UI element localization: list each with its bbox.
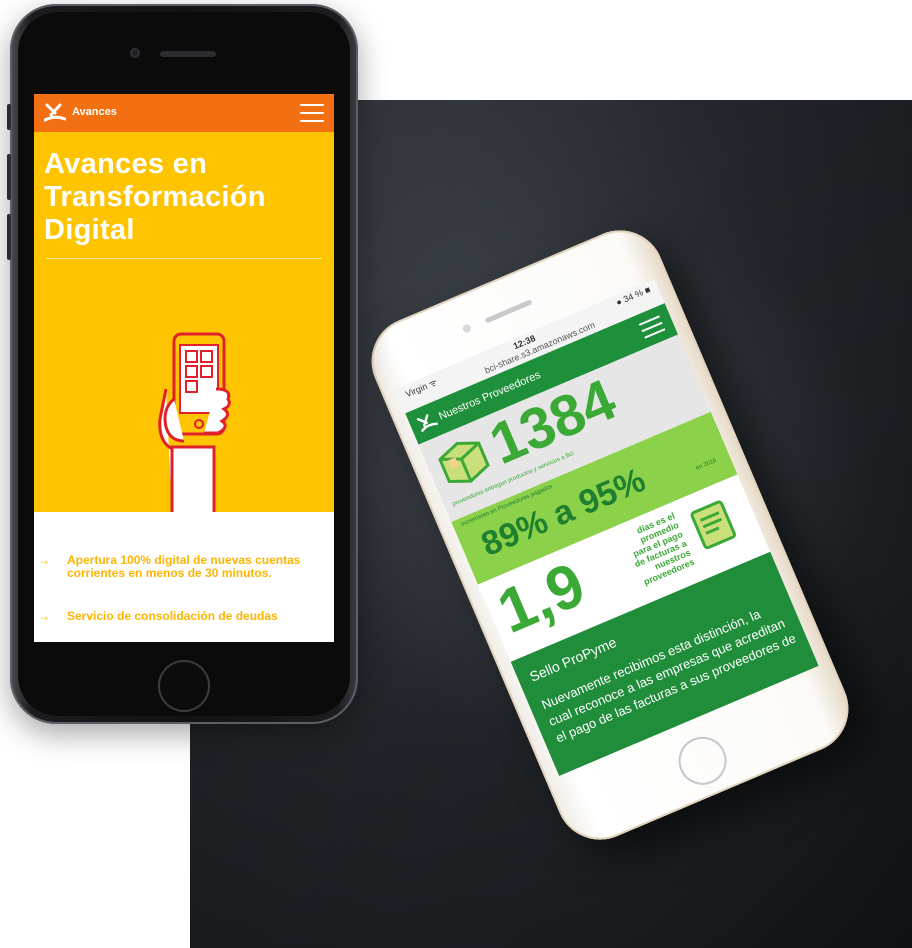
battery-indicator: ● 34 % ■ [614,284,652,308]
document-icon [690,500,736,550]
black-phone-screen: Avances Avances en Transformación Digita… [34,94,334,642]
percentage-year: en 2016 [695,457,718,472]
home-button[interactable] [158,660,210,712]
list-item-text: Servicio de consolidación de deudas [67,609,278,623]
carrier-label: Virgin ᯤ [403,376,439,400]
white-phone-screen: Virgin ᯤ 12:38 ● 34 % ■ bci-share.s3.ama… [395,279,819,777]
app-title: Avances [72,106,117,118]
white-phone-group: Virgin ᯤ 12:38 ● 34 % ■ bci-share.s3.ama… [345,215,885,854]
volume-up-button [7,154,11,200]
list-item-text: Apertura 100% digital de nuevas cuentas … [67,553,301,580]
list-item[interactable]: → Apertura 100% digital de nuevas cuenta… [38,554,330,594]
hamburger-menu-icon[interactable] [638,315,666,339]
logo-icon[interactable] [44,103,66,123]
white-phone: Virgin ᯤ 12:38 ● 34 % ■ bci-share.s3.ama… [357,216,863,854]
volume-down-button [7,214,11,260]
arrow-right-icon: → [38,609,50,623]
earpiece-speaker [484,299,533,324]
hero-title: Avances en Transformación Digital [44,148,266,246]
front-camera [130,48,140,58]
top-nav: Avances [34,94,334,132]
list-item[interactable]: → Servicio de consolidación de deudas [38,610,330,624]
mute-switch [7,104,11,130]
front-camera [461,323,473,334]
black-phone: Avances Avances en Transformación Digita… [7,4,358,724]
divider [46,258,322,259]
box-icon [438,441,490,484]
hand-phone-illustration [158,332,231,514]
earpiece-speaker [160,51,216,57]
arrow-right-icon: → [38,553,50,567]
home-button[interactable] [671,729,735,793]
bullet-list-panel: → Apertura 100% digital de nuevas cuenta… [34,512,334,642]
logo-icon[interactable] [416,411,440,435]
hamburger-menu-icon[interactable] [300,104,324,122]
